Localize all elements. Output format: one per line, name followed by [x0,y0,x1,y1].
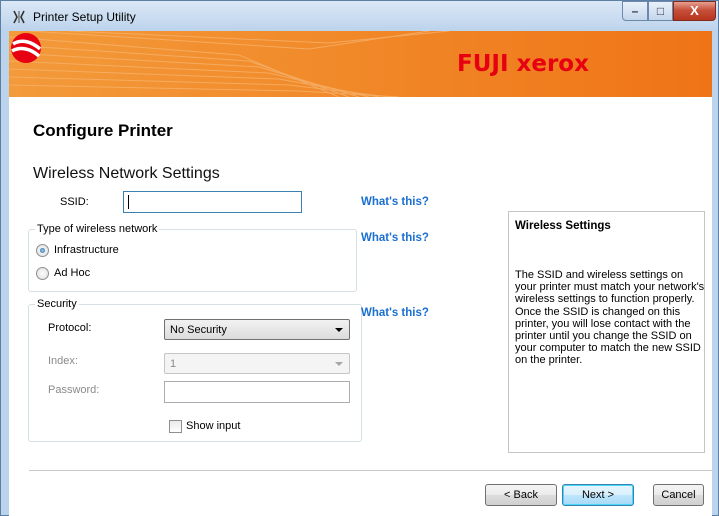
maximize-button[interactable]: □ [648,1,673,21]
password-input[interactable] [164,381,350,403]
printer-utility-icon [13,10,25,24]
section-title: Wireless Network Settings [33,165,220,182]
network-type-legend: Type of wireless network [35,223,160,235]
info-panel-text: The SSID and wireless settings on your p… [515,269,705,367]
network-type-group: Type of wireless network [28,223,357,292]
security-help-link[interactable]: What's this? [361,307,429,319]
close-icon: X [690,3,699,18]
footer-separator [29,470,712,471]
ssid-help-link[interactable]: What's this? [361,196,429,208]
ssid-label: SSID: [60,196,89,208]
brand-logo-text: FUJI xerox [457,51,589,77]
index-dropdown[interactable]: 1 [164,353,350,374]
chevron-down-icon [335,362,343,366]
window-title: Printer Setup Utility [33,10,136,24]
minimize-icon: – [631,4,639,18]
maximize-icon: □ [656,4,665,18]
show-input-checkbox[interactable] [169,420,182,433]
back-button[interactable]: < Back [485,484,557,506]
page-heading: Configure Printer [33,121,173,140]
protocol-dropdown[interactable]: No Security [164,319,350,340]
adhoc-label[interactable]: Ad Hoc [54,267,90,279]
brand-banner: FUJI xerox [9,31,712,97]
banner-stripes [9,31,450,97]
infrastructure-radio[interactable] [36,244,49,257]
title-bar[interactable]: Printer Setup Utility – □ X [1,1,718,31]
index-selected-value: 1 [170,358,177,370]
show-input-label[interactable]: Show input [186,420,240,432]
cancel-button[interactable]: Cancel [653,484,704,506]
text-caret [128,195,129,209]
info-panel-title: Wireless Settings [515,220,611,232]
minimize-button[interactable]: – [622,1,648,21]
app-window: Printer Setup Utility – □ X FUJI xerox C… [0,0,719,516]
chevron-down-icon [335,328,343,332]
next-button[interactable]: Next > [562,484,634,506]
adhoc-radio[interactable] [36,267,49,280]
infrastructure-label[interactable]: Infrastructure [54,244,119,256]
password-label: Password: [48,384,100,396]
xerox-sphere-logo-icon [11,33,42,63]
close-button[interactable]: X [673,1,716,21]
help-info-panel: Wireless Settings The SSID and wireless … [508,211,705,453]
network-type-help-link[interactable]: What's this? [361,232,429,244]
security-legend: Security [35,298,79,310]
ssid-input[interactable] [123,191,302,213]
dialog-client-area: FUJI xerox Configure Printer Wireless Ne… [9,31,712,516]
protocol-label: Protocol: [48,322,92,334]
index-label: Index: [48,355,78,367]
protocol-selected-value: No Security [170,324,227,336]
